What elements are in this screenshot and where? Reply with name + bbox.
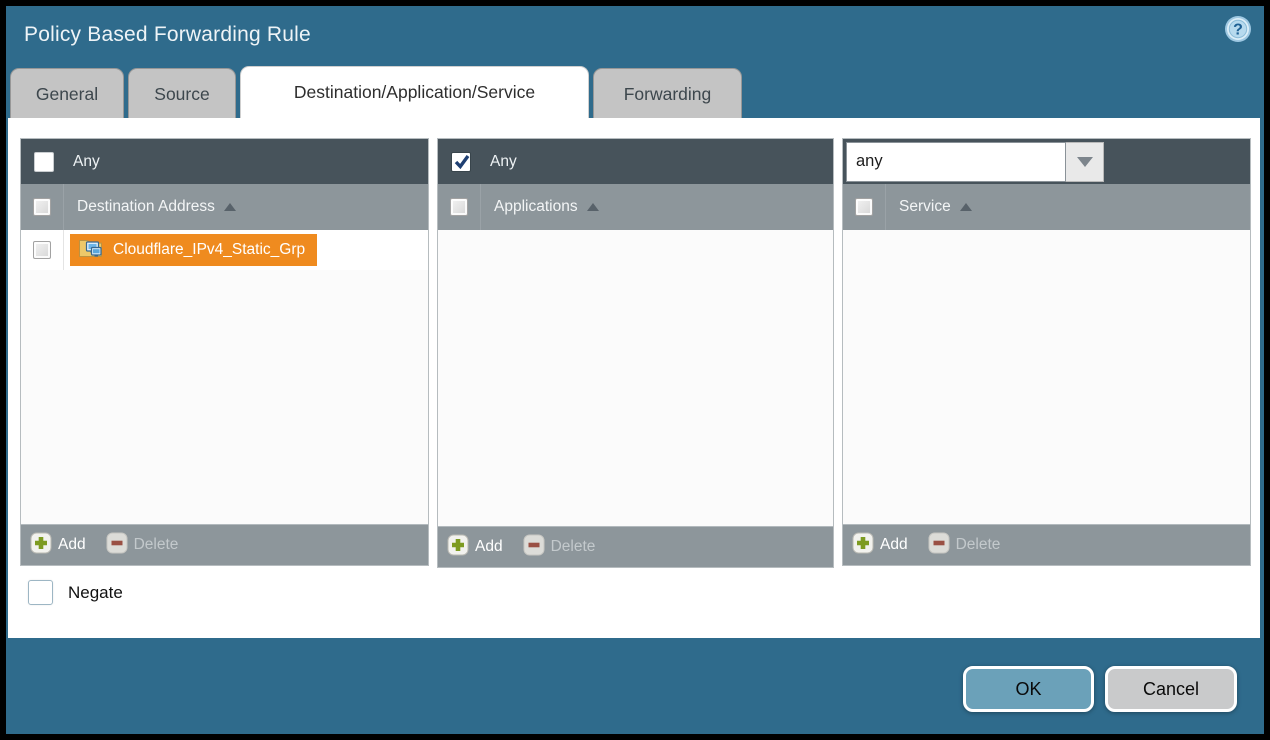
service-column-title[interactable]: Service (899, 198, 951, 216)
destination-column-header: Destination Address (21, 184, 428, 230)
destination-any-checkbox[interactable] (34, 152, 54, 172)
help-icon[interactable]: ? (1224, 15, 1252, 43)
destination-any-label: Any (73, 153, 100, 171)
applications-header-checkbox-cell (438, 184, 481, 230)
applications-column-header: Applications (438, 184, 833, 230)
applications-any-checkbox[interactable] (451, 152, 471, 172)
destination-address-panel: Any Destination Address (20, 138, 429, 566)
plus-icon (447, 534, 469, 561)
service-footer: Add Delete (843, 524, 1250, 565)
destination-any-bar: Any (21, 139, 428, 184)
delete-label: Delete (134, 536, 179, 554)
service-panel: any Service (842, 138, 1251, 566)
negate-label: Negate (68, 583, 123, 603)
row-checkbox[interactable] (33, 241, 51, 259)
service-add-button[interactable]: Add (852, 532, 908, 559)
add-label: Add (475, 538, 503, 556)
tab-general[interactable]: General (10, 68, 124, 118)
service-dropdown[interactable]: any (846, 142, 1104, 182)
negate-row: Negate (28, 580, 123, 605)
tab-content: Any Destination Address (8, 118, 1260, 638)
destination-header-checkbox-cell (21, 184, 64, 230)
chevron-down-icon (1077, 157, 1093, 167)
minus-icon (928, 532, 950, 559)
service-dropdown-bar: any (843, 139, 1250, 184)
sort-asc-icon (587, 203, 599, 211)
policy-forwarding-dialog: Policy Based Forwarding Rule ? General S… (6, 6, 1264, 734)
destination-select-all-checkbox[interactable] (33, 198, 51, 216)
negate-checkbox[interactable] (28, 580, 53, 605)
plus-icon (30, 532, 52, 559)
service-list (843, 230, 1250, 524)
destination-list: Cloudflare_IPv4_Static_Grp (21, 230, 428, 524)
delete-label: Delete (956, 536, 1001, 554)
applications-column-title[interactable]: Applications (494, 198, 578, 216)
dropdown-arrow-button[interactable] (1066, 142, 1104, 182)
destination-footer: Add Delete (21, 524, 428, 565)
table-row: Cloudflare_IPv4_Static_Grp (21, 230, 428, 270)
service-column-header: Service (843, 184, 1250, 230)
plus-icon (852, 532, 874, 559)
svg-text:?: ? (1233, 22, 1243, 39)
destination-delete-button[interactable]: Delete (106, 532, 179, 559)
service-header-checkbox-cell (843, 184, 886, 230)
tab-source[interactable]: Source (128, 68, 236, 118)
minus-icon (106, 532, 128, 559)
tab-destination-application-service[interactable]: Destination/Application/Service (240, 66, 589, 118)
add-label: Add (880, 536, 908, 554)
minus-icon (523, 534, 545, 561)
tab-bar: General Source Destination/Application/S… (10, 68, 742, 118)
applications-any-bar: Any (438, 139, 833, 184)
row-checkbox-cell (21, 230, 64, 270)
applications-footer: Add Delete (438, 526, 833, 567)
applications-any-label: Any (490, 153, 517, 171)
destination-item[interactable]: Cloudflare_IPv4_Static_Grp (70, 234, 317, 266)
destination-item-label: Cloudflare_IPv4_Static_Grp (113, 241, 305, 259)
destination-add-button[interactable]: Add (30, 532, 86, 559)
add-label: Add (58, 536, 86, 554)
tab-forwarding[interactable]: Forwarding (593, 68, 742, 118)
sort-asc-icon (224, 203, 236, 211)
cancel-button[interactable]: Cancel (1105, 666, 1237, 712)
sort-asc-icon (960, 203, 972, 211)
address-group-icon (78, 237, 103, 263)
service-delete-button[interactable]: Delete (928, 532, 1001, 559)
applications-select-all-checkbox[interactable] (450, 198, 468, 216)
destination-column-title[interactable]: Destination Address (77, 198, 215, 216)
page-title: Policy Based Forwarding Rule (24, 23, 311, 47)
title-bar: Policy Based Forwarding Rule (6, 6, 1264, 64)
service-select-all-checkbox[interactable] (855, 198, 873, 216)
applications-list (438, 230, 833, 526)
applications-delete-button[interactable]: Delete (523, 534, 596, 561)
ok-button[interactable]: OK (963, 666, 1094, 712)
delete-label: Delete (551, 538, 596, 556)
service-dropdown-value[interactable]: any (846, 142, 1066, 182)
applications-panel: Any Applications Add (437, 138, 834, 568)
applications-add-button[interactable]: Add (447, 534, 503, 561)
